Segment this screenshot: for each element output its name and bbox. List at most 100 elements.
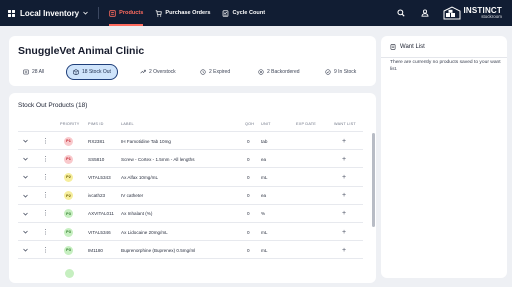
expand-row-chevron-icon[interactable] — [23, 150, 28, 168]
want-list-title: Want List — [400, 44, 425, 50]
pims-id-cell: IM1180 — [88, 247, 103, 253]
nav-cycle-count-label: Cycle Count — [232, 10, 266, 16]
column-header-label[interactable]: LABEL — [121, 122, 134, 126]
pims-id-cell: VITAL5343 — [88, 174, 111, 180]
column-header-want-list[interactable]: WANT LIST — [334, 122, 356, 126]
priority-cell: P1 — [64, 150, 73, 168]
unit-cell: mL — [261, 247, 268, 253]
expired-icon — [200, 69, 206, 75]
row-menu-icon[interactable]: ⋮ — [42, 241, 49, 259]
stockroom-logo-icon — [443, 6, 460, 20]
table-row[interactable]: ⋮ P1 RX2381 IH Famotidine Tab 10mg 0 tab + — [9, 132, 376, 150]
expand-row-chevron-icon[interactable] — [23, 241, 28, 259]
pims-id-cell: SS5810 — [88, 156, 105, 162]
backordered-icon — [258, 69, 264, 75]
stock-out-title: Stock Out Products (18) — [18, 102, 88, 109]
column-header-unit[interactable]: UNIT — [261, 122, 271, 126]
expand-row-chevron-icon[interactable] — [23, 187, 28, 205]
nav-divider — [98, 7, 100, 19]
column-header-qoh[interactable]: QOH — [245, 122, 254, 126]
nav-products-label: Products — [119, 10, 144, 16]
add-to-want-list-icon[interactable]: + — [342, 150, 346, 168]
column-header-pims-id[interactable]: PIMS ID — [88, 122, 104, 126]
nav-purchase-orders-label: Purchase Orders — [165, 10, 211, 16]
priority-badge: P3 — [64, 209, 73, 219]
unit-cell: ea — [261, 156, 267, 162]
filter-stock-out[interactable]: 18 Stock Out — [66, 64, 118, 80]
want-list-divider — [381, 57, 507, 58]
filter-overstock[interactable]: 2 Overstock — [140, 64, 176, 80]
brand-title: Local Inventory — [20, 8, 80, 18]
row-menu-icon[interactable]: ⋮ — [42, 150, 49, 168]
table-row[interactable]: ⋮ P2 ivcath23 IV catheter 0 ea + — [9, 187, 376, 205]
filter-in-stock-label: 9 In Stock — [334, 69, 357, 75]
inventory-switcher[interactable]: Local Inventory — [8, 9, 88, 18]
add-to-want-list-icon[interactable]: + — [342, 241, 346, 259]
want-list-empty-message: There are currently no products saved to… — [390, 60, 501, 72]
row-menu-icon[interactable]: ⋮ — [42, 168, 49, 186]
pims-id-cell: ivcath23 — [88, 193, 106, 199]
cycle-count-icon — [222, 9, 229, 17]
priority-cell: P2 — [64, 168, 73, 186]
add-to-want-list-icon[interactable]: + — [342, 205, 346, 223]
user-icon[interactable] — [420, 9, 429, 17]
table-row[interactable]: ⋮ P3 IM1180 Buprenorphine (Buprenex) 0.5mg/… — [9, 241, 376, 259]
column-header-priority[interactable]: PRIORITY — [60, 122, 80, 126]
priority-badge: P3 — [64, 245, 73, 255]
grid-icon — [8, 9, 15, 17]
in-stock-icon — [325, 69, 331, 75]
filter-backordered[interactable]: 2 Backordered — [258, 64, 300, 80]
stock-out-icon — [73, 69, 79, 75]
priority-badge: P2 — [64, 191, 73, 201]
purchase-orders-icon — [155, 9, 163, 17]
table-row[interactable]: ⋮ P3 VITAL5346 Ax Lidocaine 20mg/mL 0 mL + — [9, 223, 376, 241]
add-to-want-list-icon[interactable]: + — [342, 132, 346, 150]
nav-cycle-count[interactable]: Cycle Count — [222, 0, 265, 26]
row-menu-icon[interactable]: ⋮ — [42, 205, 49, 223]
expand-row-chevron-icon[interactable] — [23, 132, 28, 150]
priority-badge: P1 — [64, 154, 73, 164]
pims-id-cell: RX2381 — [88, 138, 105, 144]
add-to-want-list-icon[interactable]: + — [342, 187, 346, 205]
qoh-cell: 0 — [247, 156, 250, 162]
want-list-header: Want List — [390, 44, 425, 50]
filter-expired-label: 2 Expired — [209, 69, 231, 75]
label-cell: Ax Lidocaine 20mg/mL — [121, 229, 168, 235]
row-menu-icon[interactable]: ⋮ — [42, 132, 49, 150]
label-cell: Ax Alfax 10mg/mL — [121, 174, 159, 180]
row-menu-icon[interactable]: ⋮ — [42, 223, 49, 241]
expand-row-chevron-icon[interactable] — [23, 223, 28, 241]
add-to-want-list-icon[interactable]: + — [342, 168, 346, 186]
filter-all-label: 28 All — [32, 69, 45, 75]
page-title: SnuggleVet Animal Clinic — [18, 45, 145, 57]
table-row[interactable]: ⋮ P1 SS5810 Screw - Cortex - 1.5mm - All le… — [9, 150, 376, 168]
row-menu-icon[interactable]: ⋮ — [42, 187, 49, 205]
filter-bar: 28 All 18 Stock Out 2 Overstock 2 Expire… — [14, 64, 370, 80]
column-header-exp-date[interactable]: EXP DATE — [296, 122, 316, 126]
pims-id-cell: AXVITAL011 — [88, 211, 114, 217]
expand-row-chevron-icon[interactable] — [23, 168, 28, 186]
table-row[interactable]: ⋮ P3 AXVITAL011 Ax Inhalant (%) 0% + — [9, 205, 376, 223]
label-cell: Buprenorphine (Buprenex) 0.5mg/ml — [121, 247, 196, 253]
want-list-icon — [390, 44, 396, 50]
table-row[interactable]: ⋮ P2 VITAL5343 Ax Alfax 10mg/mL 0 mL + — [9, 168, 376, 186]
filter-in-stock[interactable]: 9 In Stock — [325, 64, 356, 80]
pims-id-cell: VITAL5346 — [88, 229, 111, 235]
qoh-cell: 0 — [247, 229, 250, 235]
nav-purchase-orders[interactable]: Purchase Orders — [155, 0, 210, 26]
expand-row-chevron-icon[interactable] — [23, 205, 28, 223]
unit-cell: ea — [261, 193, 267, 199]
nav-products[interactable]: Products — [109, 0, 144, 26]
chevron-down-icon — [83, 11, 88, 16]
filter-all[interactable]: 28 All — [23, 64, 44, 80]
row-divider — [18, 258, 363, 260]
add-to-want-list-icon[interactable]: + — [342, 223, 346, 241]
unit-cell: mL — [261, 229, 268, 235]
filter-expired[interactable]: 2 Expired — [200, 64, 230, 80]
priority-cell: P3 — [64, 223, 73, 241]
search-icon[interactable] — [396, 9, 405, 17]
table-scrollbar[interactable] — [372, 133, 375, 227]
filter-stock-out-label: 18 Stock Out — [82, 69, 111, 75]
logo-text-stockroom: stockroom — [481, 13, 502, 19]
instinct-stockroom-logo: INSTINCT stockroom — [443, 6, 502, 20]
